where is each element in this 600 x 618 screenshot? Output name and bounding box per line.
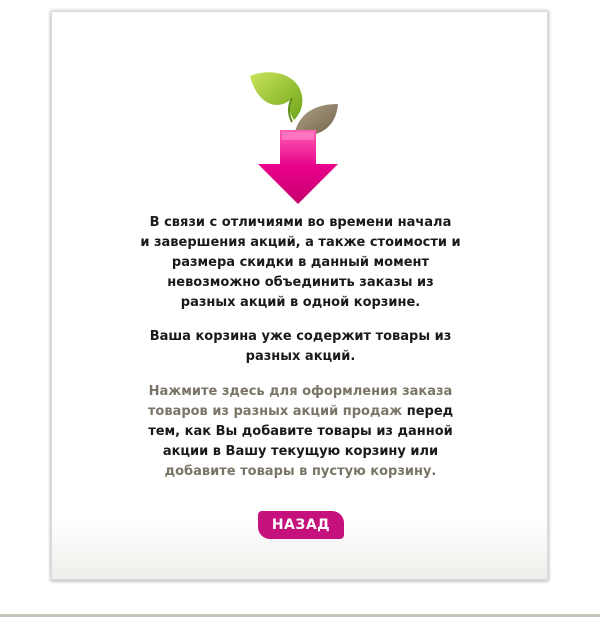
back-button[interactable]: НАЗАД: [258, 511, 344, 539]
checkout-mixed-link-cont[interactable]: товаров из разных акций продаж: [148, 404, 402, 419]
page: В связи с отличиями во времени начала и …: [0, 0, 600, 618]
empty-cart-line: добавите товары в пустую корзину.: [52, 462, 549, 482]
cart-status-message: Ваша корзина уже содержит товары из разн…: [52, 327, 549, 367]
action-text: тем, как Вы добавите товары из данной: [148, 424, 453, 439]
message-line: В связи с отличиями во времени начала: [149, 215, 452, 230]
message-line: разных акций в одной корзине.: [180, 295, 421, 310]
action-text: перед: [402, 404, 454, 419]
leaf-arrow-logo-icon: [250, 72, 338, 204]
cart-line: разных акций.: [245, 349, 356, 364]
checkout-mixed-line: Нажмите здесь для оформления заказа: [52, 382, 549, 402]
cart-line: Ваша корзина уже содержит товары из: [149, 329, 452, 344]
checkout-mixed-link[interactable]: Нажмите здесь для оформления заказа: [149, 384, 453, 399]
action-message: Нажмите здесь для оформления заказа това…: [52, 382, 549, 482]
action-line: товаров из разных акций продаж перед: [52, 402, 549, 422]
action-text: акции в Вашу текущую корзину или: [162, 444, 439, 459]
notice-dialog: В связи с отличиями во времени начала и …: [51, 11, 548, 580]
info-message: В связи с отличиями во времени начала и …: [52, 213, 549, 313]
footer-divider: [0, 614, 600, 617]
empty-cart-link[interactable]: добавите товары в пустую корзину.: [165, 464, 437, 479]
message-line: невозможно объединить заказы из: [167, 275, 434, 290]
message-line: и завершения акций, а также стоимости и: [140, 235, 461, 250]
message-line: размера скидки в данный момент: [171, 255, 430, 270]
